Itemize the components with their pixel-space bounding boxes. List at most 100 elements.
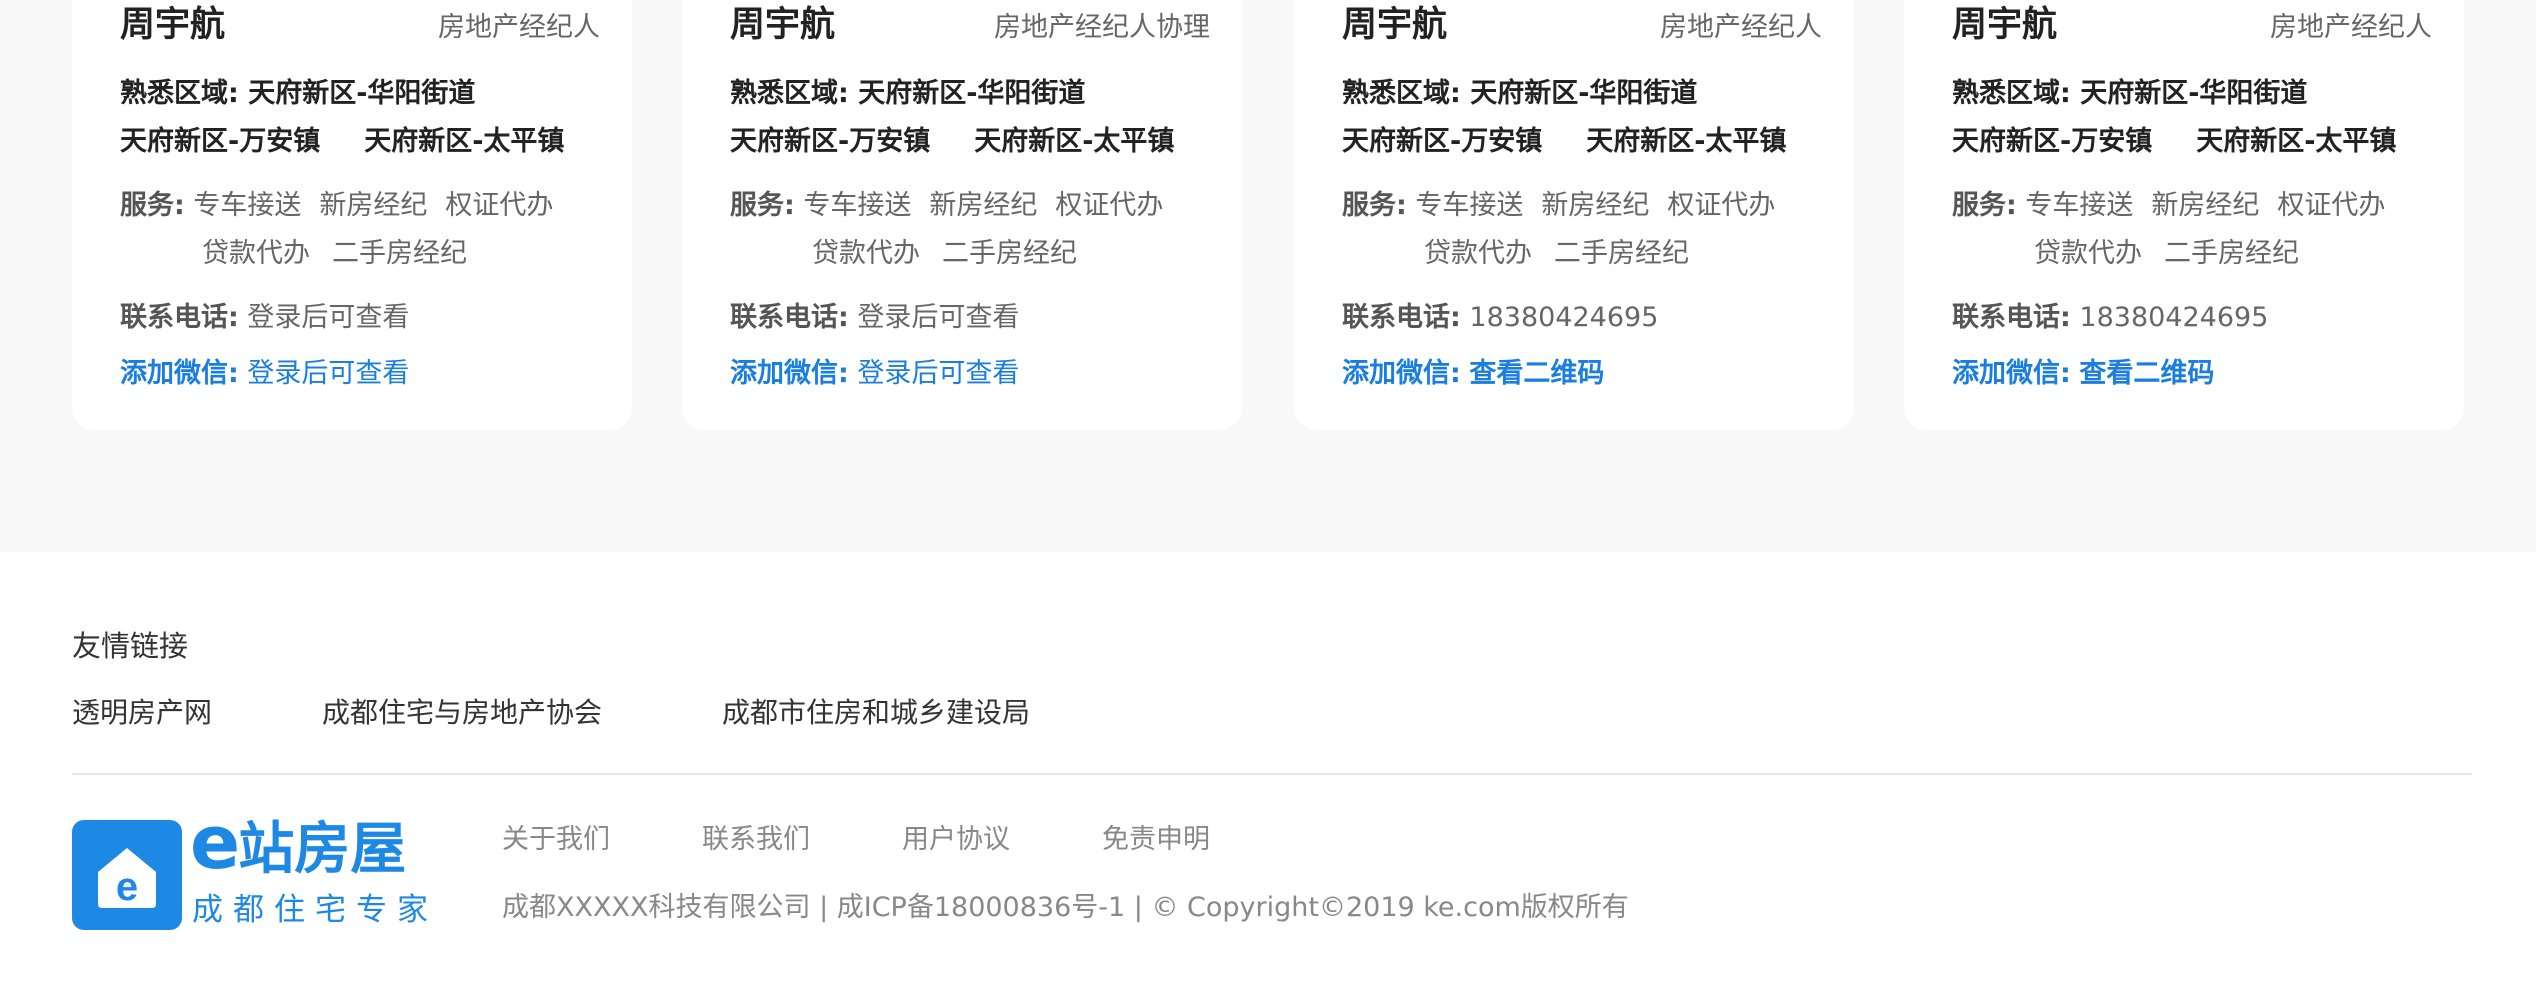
phone-label: 联系电话: [1342,302,1461,333]
service-label: 服务: [1952,190,2017,221]
agent-role: 房地产经纪人 [1660,12,1822,43]
agent-wechat: 添加微信: 登录后可查看 [730,356,1019,392]
wechat-label: 添加微信: [1952,358,2071,389]
agent-services: 服务: 专车接送 新房经纪 权证代办 [730,188,1181,224]
service-item: 贷款代办 [2034,238,2142,269]
qr-code-link[interactable]: 查看二维码 [2079,358,2214,389]
agent-area-extra: 天府新区-万安镇 天府新区-太平镇 [1342,124,1786,160]
footer-link-about[interactable]: 关于我们 [502,822,610,858]
agent-services: 服务: 专车接送 新房经纪 权证代办 [1952,188,2403,224]
agent-services: 服务: 专车接送 新房经纪 权证代办 [1342,188,1793,224]
logo-letter: e [190,800,240,886]
wechat-label: 添加微信: [1342,358,1461,389]
agent-wechat: 添加微信: 查看二维码 [1952,356,2214,392]
area-extra-item: 天府新区-万安镇 [120,126,321,157]
qr-code-link[interactable]: 查看二维码 [1469,358,1604,389]
service-item: 专车接送 [1415,190,1524,221]
phone-label: 联系电话: [730,302,849,333]
agent-phone: 联系电话: 18380424695 [1342,300,1658,336]
service-item: 贷款代办 [1424,238,1532,269]
area-main: 天府新区-华阳街道 [858,78,1086,109]
friend-link-chengdu-housing-bureau[interactable]: 成都市住房和城乡建设局 [722,694,1030,732]
service-item: 贷款代办 [202,238,310,269]
friend-link-transparent-property[interactable]: 透明房产网 [72,694,212,732]
agent-card: 周宇航 房地产经纪人协理 熟悉区域: 天府新区-华阳街道 天府新区-万安镇 天府新… [682,0,1242,430]
logo-house-icon[interactable]: e [72,820,182,930]
footer-link-user-agreement[interactable]: 用户协议 [902,822,1010,858]
service-item: 二手房经纪 [332,238,467,269]
service-item: 专车接送 [803,190,912,221]
logo-tagline: 成都住宅专家 [192,892,438,928]
service-item: 权证代办 [2277,190,2386,221]
service-item: 新房经纪 [319,190,428,221]
service-item: 新房经纪 [929,190,1038,221]
agent-area: 熟悉区域: 天府新区-华阳街道 [120,76,475,112]
area-label: 熟悉区域: [120,78,239,109]
agent-services-line2: 贷款代办 二手房经纪 [2034,236,2321,272]
service-item: 权证代办 [445,190,554,221]
logo-main-text: 站房屋 [238,817,407,882]
agent-role: 房地产经纪人 [2270,12,2432,43]
agent-services: 服务: 专车接送 新房经纪 权证代办 [120,188,571,224]
phone-label: 联系电话: [120,302,239,333]
agent-services-line2: 贷款代办 二手房经纪 [812,236,1099,272]
agent-area: 熟悉区域: 天府新区-华阳街道 [730,76,1085,112]
agent-card: 周宇航 房地产经纪人 熟悉区域: 天府新区-华阳街道 天府新区-万安镇 天府新区-… [1294,0,1854,430]
agent-card: 周宇航 房地产经纪人 熟悉区域: 天府新区-华阳街道 天府新区-万安镇 天府新区-… [72,0,632,430]
agent-card: 周宇航 房地产经纪人 熟悉区域: 天府新区-华阳街道 天府新区-万安镇 天府新区-… [1904,0,2464,430]
phone-value: 登录后可查看 [857,302,1020,333]
area-main: 天府新区-华阳街道 [248,78,476,109]
area-label: 熟悉区域: [1952,78,2071,109]
area-main: 天府新区-华阳街道 [1470,78,1698,109]
agent-wechat: 添加微信: 查看二维码 [1342,356,1604,392]
agent-phone: 联系电话: 登录后可查看 [120,300,409,336]
phone-label: 联系电话: [1952,302,2071,333]
agent-name[interactable]: 周宇航 [1952,0,2057,50]
service-item: 专车接送 [2025,190,2134,221]
area-label: 熟悉区域: [1342,78,1461,109]
wechat-login-link[interactable]: 登录后可查看 [857,358,1019,389]
agent-area-extra: 天府新区-万安镇 天府新区-太平镇 [1952,124,2396,160]
agent-area-extra: 天府新区-万安镇 天府新区-太平镇 [730,124,1174,160]
agent-area: 熟悉区域: 天府新区-华阳街道 [1952,76,2307,112]
service-item: 二手房经纪 [2164,238,2299,269]
area-label: 熟悉区域: [730,78,849,109]
agent-section: 周宇航 房地产经纪人 熟悉区域: 天府新区-华阳街道 天府新区-万安镇 天府新区-… [0,0,2536,552]
phone-value: 18380424695 [1469,302,1659,333]
area-extra-item: 天府新区-万安镇 [1952,126,2153,157]
service-item: 贷款代办 [812,238,920,269]
agent-name[interactable]: 周宇航 [1342,0,1447,50]
service-label: 服务: [730,190,795,221]
footer-divider [72,773,2472,775]
service-item: 新房经纪 [2151,190,2260,221]
agent-wechat: 添加微信: 登录后可查看 [120,356,409,392]
area-extra-item: 天府新区-太平镇 [364,126,565,157]
agent-name[interactable]: 周宇航 [120,0,225,50]
area-extra-item: 天府新区-万安镇 [730,126,931,157]
service-item: 新房经纪 [1541,190,1650,221]
service-label: 服务: [1342,190,1407,221]
footer-link-disclaimer[interactable]: 免责申明 [1102,822,1210,858]
service-item: 二手房经纪 [942,238,1077,269]
service-item: 二手房经纪 [1554,238,1689,269]
phone-value: 登录后可查看 [247,302,410,333]
footer-link-contact[interactable]: 联系我们 [702,822,810,858]
logo-wordmark[interactable]: e站房屋 [190,806,407,885]
area-extra-item: 天府新区-万安镇 [1342,126,1543,157]
phone-value: 18380424695 [2079,302,2269,333]
agent-services-line2: 贷款代办 二手房经纪 [202,236,489,272]
agent-role: 房地产经纪人协理 [994,12,1210,43]
agent-phone: 联系电话: 登录后可查看 [730,300,1019,336]
wechat-label: 添加微信: [730,358,849,389]
agent-phone: 联系电话: 18380424695 [1952,300,2268,336]
wechat-login-link[interactable]: 登录后可查看 [247,358,409,389]
wechat-label: 添加微信: [120,358,239,389]
agent-name[interactable]: 周宇航 [730,0,835,50]
friend-link-chengdu-housing-association[interactable]: 成都住宅与房地产协会 [322,694,602,732]
agent-role: 房地产经纪人 [438,12,600,43]
service-item: 专车接送 [193,190,302,221]
service-label: 服务: [120,190,185,221]
area-extra-item: 天府新区-太平镇 [974,126,1175,157]
area-extra-item: 天府新区-太平镇 [1586,126,1787,157]
agent-area: 熟悉区域: 天府新区-华阳街道 [1342,76,1697,112]
